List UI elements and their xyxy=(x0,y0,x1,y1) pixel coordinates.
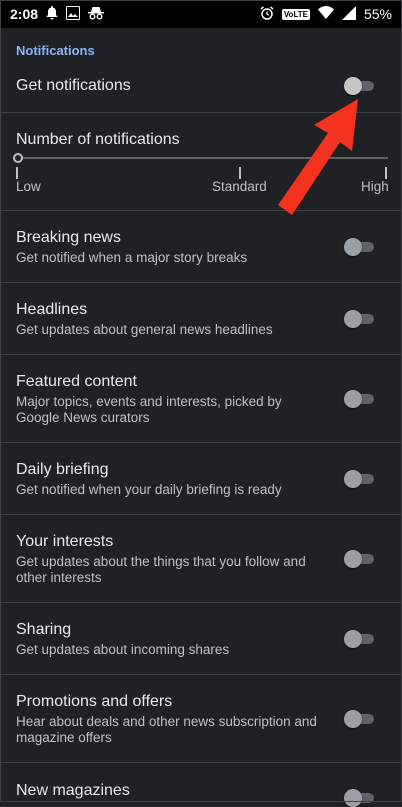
toggle-thumb xyxy=(344,710,362,728)
status-bar: 2:08 VoLTE 55% xyxy=(0,0,402,28)
divider xyxy=(0,674,402,675)
item-title: Headlines xyxy=(16,301,88,318)
item-title: New magazines xyxy=(16,782,130,799)
item-title: Your interests xyxy=(16,533,114,550)
item-subtitle: Get updates about incoming shares xyxy=(16,642,230,657)
new-magazines-row[interactable]: New magazines xyxy=(16,782,336,800)
toggle-thumb xyxy=(344,550,362,568)
toggle-thumb xyxy=(344,77,362,95)
sharing-row[interactable]: Sharing Get updates about incoming share… xyxy=(16,621,336,658)
promotions-row[interactable]: Promotions and offers Hear about deals a… xyxy=(16,693,336,746)
item-subtitle: Hear about deals and other news subscrip… xyxy=(16,714,317,729)
slider-label-standard: Standard xyxy=(212,179,267,194)
image-icon xyxy=(66,5,81,23)
daily-briefing-toggle[interactable] xyxy=(344,470,376,488)
item-title: Daily briefing xyxy=(16,461,109,478)
daily-briefing-row[interactable]: Daily briefing Get notified when your da… xyxy=(16,461,336,498)
divider xyxy=(0,602,402,603)
annotation-arrow-icon xyxy=(278,99,358,215)
item-subtitle: Get updates about general news headlines xyxy=(16,322,273,337)
item-title: Sharing xyxy=(16,621,72,638)
toggle-thumb xyxy=(344,630,362,648)
divider xyxy=(0,514,402,515)
item-subtitle: Get notified when a major story breaks xyxy=(16,250,248,265)
incognito-icon xyxy=(88,6,105,23)
item-subtitle-line2: other interests xyxy=(16,570,102,585)
get-notifications-row[interactable]: Get notifications xyxy=(16,77,336,95)
item-subtitle-line2: magazine offers xyxy=(16,730,112,745)
toggle-thumb xyxy=(344,310,362,328)
slider-tick-high xyxy=(385,167,387,179)
status-time: 2:08 xyxy=(10,6,39,22)
featured-content-toggle[interactable] xyxy=(344,390,376,408)
divider xyxy=(0,354,402,355)
battery-level: 55% xyxy=(363,6,392,22)
slider-tick-low xyxy=(16,167,18,179)
breaking-news-toggle[interactable] xyxy=(344,238,376,256)
slider-knob[interactable] xyxy=(13,153,23,163)
alarm-icon xyxy=(260,5,274,23)
signal-icon xyxy=(341,5,356,23)
featured-content-row[interactable]: Featured content Major topics, events an… xyxy=(16,373,336,426)
breaking-news-row[interactable]: Breaking news Get notified when a major … xyxy=(16,229,336,266)
item-subtitle: Get updates about the things that you fo… xyxy=(16,554,306,569)
get-notifications-toggle[interactable] xyxy=(344,77,376,95)
toggle-thumb xyxy=(344,238,362,256)
item-subtitle-line2: Google News curators xyxy=(16,410,150,425)
toggle-thumb xyxy=(344,470,362,488)
slider-label-low: Low xyxy=(16,179,41,194)
divider xyxy=(0,282,402,283)
promotions-toggle[interactable] xyxy=(344,710,376,728)
item-title: Promotions and offers xyxy=(16,693,173,710)
item-title: Featured content xyxy=(16,373,137,390)
item-title: Breaking news xyxy=(16,229,121,246)
sharing-toggle[interactable] xyxy=(344,630,376,648)
bell-icon xyxy=(46,5,58,23)
item-subtitle: Major topics, events and interests, pick… xyxy=(16,394,282,409)
get-notifications-label: Get notifications xyxy=(16,77,131,94)
section-title: Notifications xyxy=(16,43,95,58)
your-interests-toggle[interactable] xyxy=(344,550,376,568)
divider xyxy=(0,762,402,763)
volte-badge: VoLTE xyxy=(281,8,310,20)
headlines-toggle[interactable] xyxy=(344,310,376,328)
wifi-icon xyxy=(317,6,334,22)
your-interests-row[interactable]: Your interests Get updates about the thi… xyxy=(16,533,336,586)
slider-tick-standard xyxy=(239,167,241,179)
toggle-thumb xyxy=(344,390,362,408)
headlines-row[interactable]: Headlines Get updates about general news… xyxy=(16,301,336,338)
divider xyxy=(0,442,402,443)
item-subtitle: Get notified when your daily briefing is… xyxy=(16,482,282,497)
toggle-thumb xyxy=(344,789,362,807)
new-magazines-toggle[interactable] xyxy=(344,789,376,807)
